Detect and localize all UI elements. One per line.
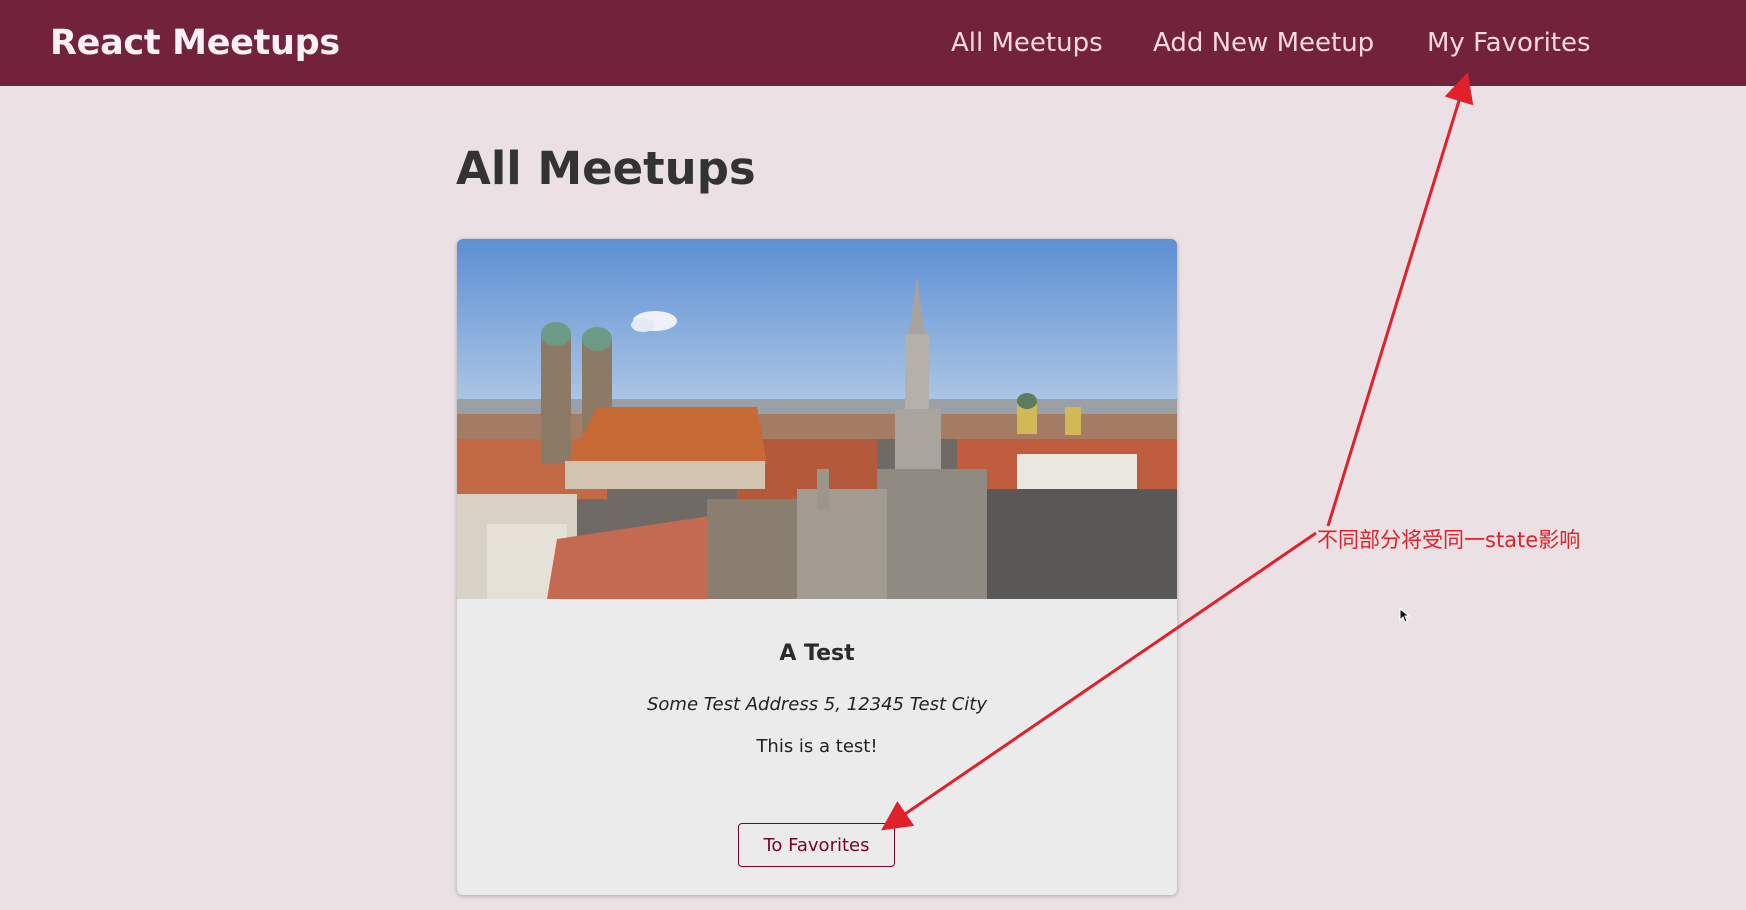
meetup-card: A Test Some Test Address 5, 12345 Test C… [457, 239, 1177, 895]
main-header: React Meetups All Meetups Add New Meetup… [0, 0, 1746, 86]
meetup-address: Some Test Address 5, 12345 Test City [646, 694, 988, 715]
meetup-image [457, 239, 1177, 599]
to-favorites-button[interactable]: To Favorites [738, 823, 895, 867]
meetup-title: A Test [779, 641, 855, 666]
nav-link-add-new-meetup[interactable]: Add New Meetup [1153, 0, 1374, 86]
logo: React Meetups [50, 23, 340, 63]
nav-link-all-meetups[interactable]: All Meetups [951, 0, 1103, 86]
arrow-to-my-favorites [1326, 72, 1474, 527]
meetup-description: This is a test! [756, 736, 878, 757]
nav-link-my-favorites[interactable]: My Favorites [1427, 0, 1591, 86]
annotation-label: 不同部分将受同一state影响 [1317, 528, 1581, 552]
mouse-cursor-icon [1399, 608, 1411, 623]
page-title: All Meetups [456, 142, 756, 195]
